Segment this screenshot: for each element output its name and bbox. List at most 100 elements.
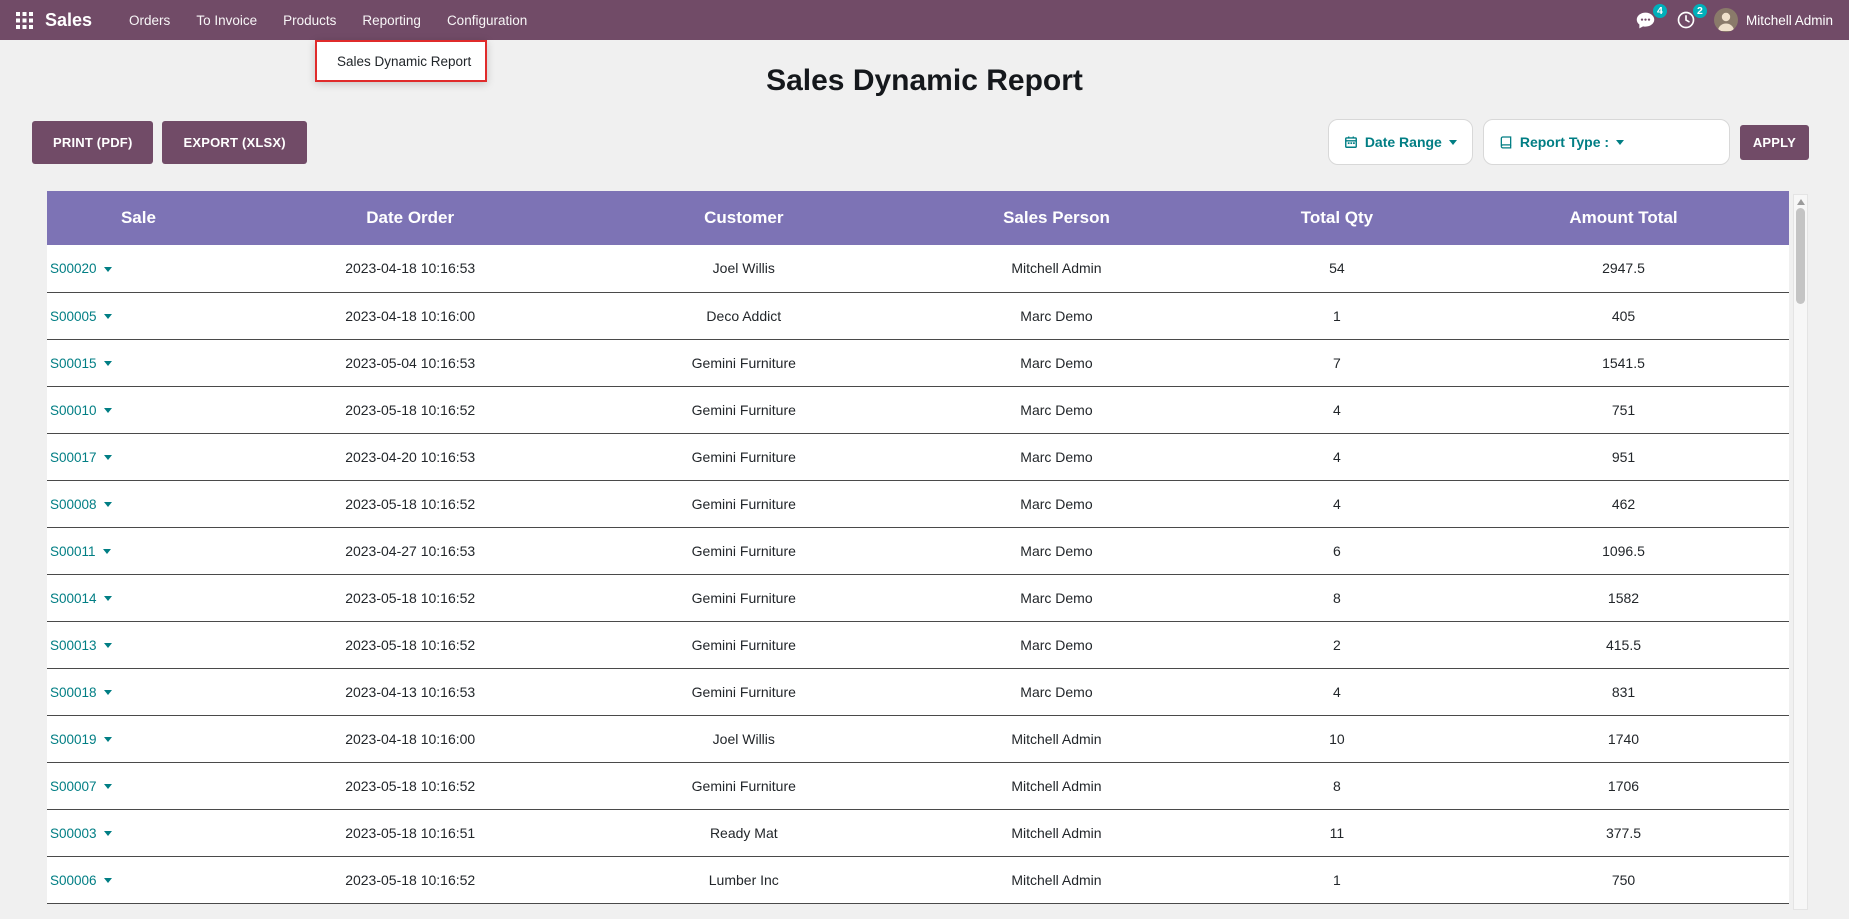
menu-orders[interactable]: Orders	[116, 1, 183, 40]
customer-cell: Joel Willis	[591, 245, 898, 292]
caret-down-icon[interactable]	[104, 831, 112, 836]
total-qty-cell: 6	[1216, 527, 1458, 574]
messages-button[interactable]: 4	[1633, 8, 1658, 33]
table-row: S000152023-05-04 10:16:53Gemini Furnitur…	[47, 339, 1789, 386]
amount-total-cell: 1541.5	[1458, 339, 1789, 386]
sales-person-cell: Marc Demo	[897, 433, 1216, 480]
sales-person-cell: Mitchell Admin	[897, 856, 1216, 903]
sale-cell: S00006	[47, 856, 230, 903]
sale-order-link[interactable]: S00011	[50, 544, 96, 559]
vertical-scrollbar[interactable]	[1793, 194, 1808, 910]
table-row: S000072023-05-18 10:16:52Gemini Furnitur…	[47, 762, 1789, 809]
sale-cell: S00011	[47, 527, 230, 574]
menu-configuration[interactable]: Configuration	[434, 1, 540, 40]
customer-cell: Ready Mat	[591, 809, 898, 856]
caret-down-icon[interactable]	[104, 314, 112, 319]
activities-button[interactable]: 2	[1674, 8, 1698, 32]
caret-down-icon[interactable]	[104, 361, 112, 366]
sales-person-cell: Marc Demo	[897, 527, 1216, 574]
caret-down-icon[interactable]	[104, 690, 112, 695]
table-row: S00017 2023-04-20 10:16:53Gemini Furnitur…	[47, 433, 1789, 480]
customer-cell: Gemini Furniture	[591, 762, 898, 809]
table-header-row: Sale Date Order Customer Sales Person To…	[47, 191, 1789, 245]
menu-reporting[interactable]: Reporting	[349, 1, 434, 40]
sale-order-link[interactable]: S00005	[50, 309, 97, 324]
sale-order-link[interactable]: S00003	[50, 826, 97, 841]
page-title: Sales Dynamic Report	[0, 64, 1849, 98]
amount-total-cell: 951	[1458, 433, 1789, 480]
apply-button[interactable]: APPLY	[1740, 125, 1809, 160]
screen: Sales Orders To Invoice Products Reporti…	[0, 0, 1849, 904]
date-range-button[interactable]: Date Range	[1331, 134, 1470, 150]
amount-total-cell: 1706	[1458, 762, 1789, 809]
toolbar-left: PRINT (PDF) EXPORT (XLSX)	[32, 121, 307, 164]
avatar	[1714, 8, 1738, 32]
sale-order-link[interactable]: S00019	[50, 732, 97, 747]
sale-order-link[interactable]: S00010	[50, 403, 97, 418]
header-amount-total: Amount Total	[1458, 191, 1789, 245]
amount-total-cell: 2947.5	[1458, 245, 1789, 292]
sale-cell: S00005	[47, 292, 230, 339]
header-sale: Sale	[47, 191, 230, 245]
date-order-cell: 2023-04-18 10:16:00	[230, 715, 591, 762]
sales-person-cell: Marc Demo	[897, 339, 1216, 386]
sale-order-link[interactable]: S00018	[50, 685, 97, 700]
sales-person-cell: Marc Demo	[897, 668, 1216, 715]
caret-down-icon[interactable]	[103, 549, 111, 554]
caret-down-icon[interactable]	[104, 267, 112, 272]
header-sales-person: Sales Person	[897, 191, 1216, 245]
brand-sales[interactable]: Sales	[45, 10, 92, 31]
date-order-cell: 2023-05-18 10:16:52	[230, 386, 591, 433]
total-qty-cell: 1	[1216, 856, 1458, 903]
menu-products[interactable]: Products	[270, 1, 349, 40]
date-order-cell: 2023-04-20 10:16:53	[230, 433, 591, 480]
caret-down-icon[interactable]	[104, 596, 112, 601]
sale-order-link[interactable]: S00006	[50, 873, 97, 888]
caret-down-icon[interactable]	[104, 643, 112, 648]
amount-total-cell: 1740	[1458, 715, 1789, 762]
total-qty-cell: 4	[1216, 668, 1458, 715]
caret-down-icon[interactable]	[104, 408, 112, 413]
amount-total-cell: 415.5	[1458, 621, 1789, 668]
table-row: S000142023-05-18 10:16:52Gemini Furnitur…	[47, 574, 1789, 621]
sales-person-cell: Marc Demo	[897, 574, 1216, 621]
caret-down-icon[interactable]	[104, 502, 112, 507]
sale-cell: S00014	[47, 574, 230, 621]
user-menu-button[interactable]: Mitchell Admin	[1714, 8, 1833, 32]
scrollbar-up-arrow[interactable]	[1797, 199, 1805, 205]
menu-to-invoice[interactable]: To Invoice	[183, 1, 270, 40]
sale-order-link[interactable]: S00020	[50, 261, 97, 276]
sale-order-link[interactable]: S00008	[50, 497, 97, 512]
total-qty-cell: 4	[1216, 480, 1458, 527]
sales-person-cell: Marc Demo	[897, 386, 1216, 433]
caret-down-icon[interactable]	[104, 737, 112, 742]
amount-total-cell: 750	[1458, 856, 1789, 903]
date-order-cell: 2023-05-18 10:16:52	[230, 856, 591, 903]
report-type-label: Report Type :	[1520, 134, 1609, 150]
caret-down-icon[interactable]	[104, 455, 112, 460]
print-pdf-button[interactable]: PRINT (PDF)	[32, 121, 153, 164]
table-row: S000192023-04-18 10:16:00Joel WillisMitc…	[47, 715, 1789, 762]
sale-order-link[interactable]: S00007	[50, 779, 97, 794]
caret-down-icon	[1616, 140, 1624, 145]
caret-down-icon[interactable]	[104, 784, 112, 789]
customer-cell: Gemini Furniture	[591, 527, 898, 574]
customer-cell: Gemini Furniture	[591, 433, 898, 480]
export-xlsx-button[interactable]: EXPORT (XLSX)	[162, 121, 306, 164]
caret-down-icon[interactable]	[104, 878, 112, 883]
amount-total-cell: 462	[1458, 480, 1789, 527]
scrollbar-thumb[interactable]	[1796, 208, 1805, 304]
sale-order-link[interactable]: S00017	[50, 450, 97, 465]
sale-order-link[interactable]: S00013	[50, 638, 97, 653]
report-type-button[interactable]: Report Type :	[1486, 134, 1637, 150]
sales-report-table: Sale Date Order Customer Sales Person To…	[47, 191, 1789, 904]
sale-order-link[interactable]: S00014	[50, 591, 97, 606]
sale-order-link[interactable]: S00015	[50, 356, 97, 371]
sale-cell: S00003	[47, 809, 230, 856]
sales-person-cell: Marc Demo	[897, 480, 1216, 527]
menu-item-sales-dynamic-report[interactable]: Sales Dynamic Report	[317, 54, 485, 69]
customer-cell: Gemini Furniture	[591, 621, 898, 668]
apps-menu-button[interactable]	[12, 8, 37, 33]
activity-count-badge: 2	[1693, 4, 1707, 18]
report-type-control: Report Type :	[1483, 119, 1730, 165]
